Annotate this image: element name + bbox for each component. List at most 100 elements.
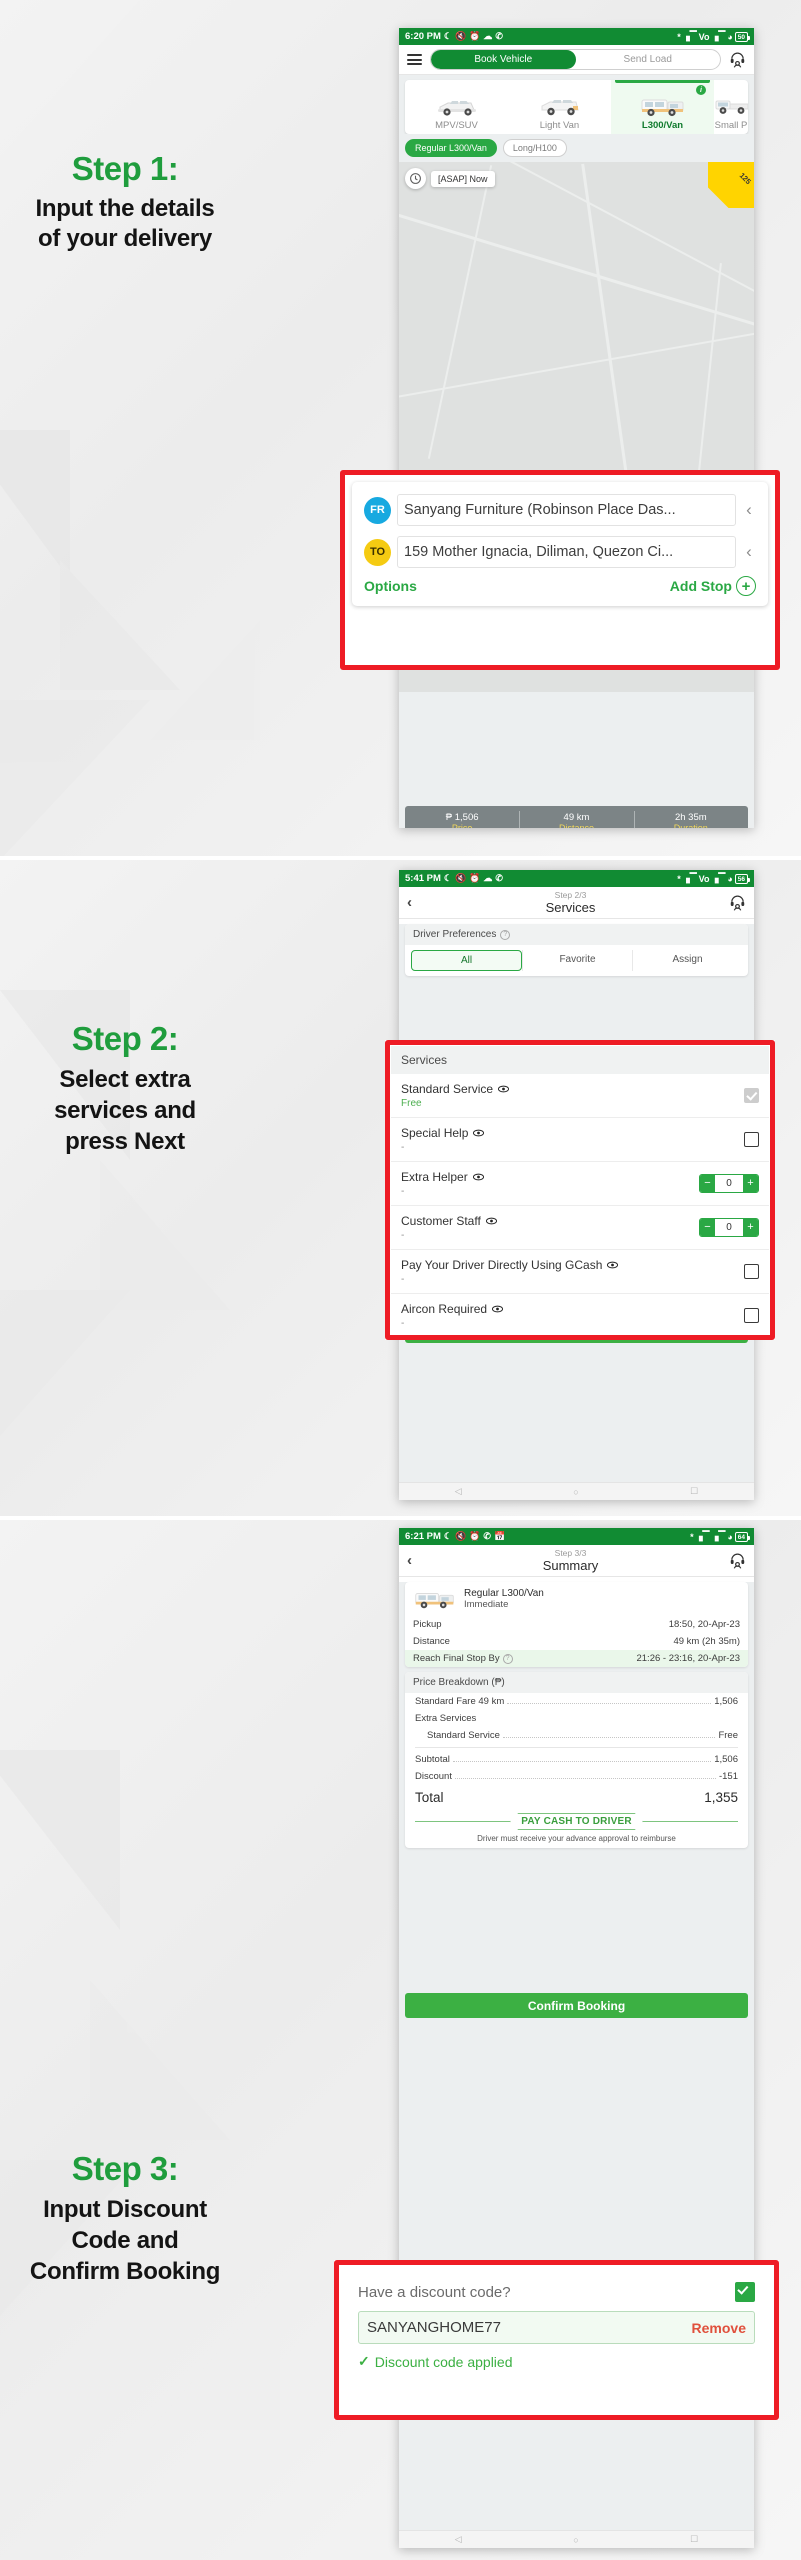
moon-icon: ☾ <box>443 31 452 41</box>
detail-value-final-stop: 21:26 - 23:16, 20-Apr-23 <box>636 1653 740 1664</box>
checkbox-aircon[interactable] <box>744 1308 759 1323</box>
detail-value-pickup: 18:50, 20-Apr-23 <box>668 1619 740 1630</box>
checkbox-special-help[interactable] <box>744 1132 759 1147</box>
discount-card: Have a discount code? SANYANGHOME77 Remo… <box>346 2272 767 2382</box>
plus-button-extra-helper[interactable]: + <box>743 1175 758 1192</box>
service-row-special-help[interactable]: Special Help - <box>391 1117 769 1161</box>
price-cell: ₱ 1,506 Price <box>405 806 519 829</box>
checkbox-gcash[interactable] <box>744 1264 759 1279</box>
service-row-aircon[interactable]: Aircon Required - <box>391 1293 769 1339</box>
nav-home-icon-2[interactable]: ○ <box>573 1487 578 1497</box>
step-1-label: Step 1: <box>71 150 179 187</box>
discount-question: Have a discount code? <box>358 2283 511 2301</box>
question-icon-final-stop[interactable]: ? <box>502 1653 513 1664</box>
hamburger-icon[interactable] <box>407 54 422 65</box>
wifi-icon: ◕ <box>727 31 733 42</box>
infographic-page: Step 1: Input the details of your delive… <box>0 0 801 2560</box>
totals-row-discount: Discount -151 <box>405 1768 748 1785</box>
vehicle-option-mpv-suv[interactable]: MPV/SUV <box>405 80 508 134</box>
nav-recents-icon-2[interactable]: ☐ <box>690 1486 698 1497</box>
add-stop-button[interactable]: Add Stop + <box>670 576 756 596</box>
service-sub-standard-service: Free <box>401 1098 422 1109</box>
to-address-input[interactable]: 159 Mother Ignacia, Diliman, Quezon Ci..… <box>397 536 736 568</box>
confirm-booking-button[interactable]: Confirm Booking <box>405 1993 748 2018</box>
chip-regular-l300-van[interactable]: Regular L300/Van <box>405 139 497 157</box>
eye-icon-aircon[interactable] <box>492 1305 504 1313</box>
vehicle-option-small-pickup[interactable]: Small P <box>714 80 748 134</box>
nav-home-icon-3[interactable]: ○ <box>573 2535 578 2545</box>
to-pin-badge: TO <box>364 538 391 566</box>
detail-row-pickup: Pickup 18:50, 20-Apr-23 <box>405 1616 748 1633</box>
eye-icon-gcash[interactable] <box>607 1261 619 1269</box>
booking-timing: Immediate <box>464 1599 509 1610</box>
breakdown-row-standard-fare: Standard Fare 49 km 1,506 <box>405 1693 748 1710</box>
info-icon[interactable]: i <box>696 85 706 95</box>
moon-icon-2: ☾ <box>443 873 452 883</box>
alarm-icon: ⏰ <box>469 31 481 41</box>
tab-send-load[interactable]: Send Load <box>576 50 721 69</box>
phone-icon-2: ✆ <box>495 873 503 883</box>
headset-icon-2[interactable] <box>729 894 746 911</box>
minus-button-extra-helper[interactable]: − <box>700 1175 715 1192</box>
tab-book-vehicle[interactable]: Book Vehicle <box>431 50 576 69</box>
volte-icon-2: Vo <box>698 873 710 884</box>
eye-icon-special-help[interactable] <box>473 1129 485 1137</box>
stepper-customer-staff[interactable]: − 0 + <box>699 1218 759 1237</box>
service-row-gcash[interactable]: Pay Your Driver Directly Using GCash - <box>391 1249 769 1293</box>
schedule-control[interactable]: [ASAP] Now <box>405 168 495 189</box>
service-row-standard-service[interactable]: Standard Service Free <box>391 1074 769 1117</box>
service-row-extra-helper[interactable]: Extra Helper - − 0 + <box>391 1161 769 1205</box>
service-sub-special-help: - <box>401 1142 405 1153</box>
options-button[interactable]: Options <box>364 578 417 594</box>
price-value: ₱ 1,506 <box>445 811 479 823</box>
question-icon[interactable]: ? <box>500 929 511 940</box>
price-breakdown-header: Price Breakdown (₱) <box>405 1672 748 1693</box>
plus-button-customer-staff[interactable]: + <box>743 1219 758 1236</box>
schedule-label[interactable]: [ASAP] Now <box>431 170 495 187</box>
eye-icon-standard-service[interactable] <box>498 1085 510 1093</box>
vehicle-option-light-van[interactable]: Light Van <box>508 80 611 134</box>
variant-chips: Regular L300/Van Long/H100 <box>399 134 754 162</box>
pay-cash-badge-row: PAY CASH TO DRIVER <box>405 1809 748 1832</box>
plus-circle-icon: + <box>736 576 756 596</box>
discount-code-input[interactable]: SANYANGHOME77 Remove <box>358 2311 755 2344</box>
from-address-input[interactable]: Sanyang Furniture (Robinson Place Das... <box>397 494 736 526</box>
headset-icon[interactable] <box>729 51 746 68</box>
step-2-text-line-3: press Next <box>65 1128 185 1155</box>
l300-van-icon <box>639 92 687 120</box>
nav-back-icon-3[interactable]: ◁ <box>455 2534 462 2545</box>
volte-icon: Vo <box>698 31 710 42</box>
discount-toggle-row[interactable]: Have a discount code? <box>358 2282 755 2302</box>
alarm-icon-3: ⏰ <box>469 1531 481 1541</box>
vehicle-option-l300-van[interactable]: i L300/Van <box>611 80 714 134</box>
clock-icon[interactable] <box>405 168 426 189</box>
tab-assign[interactable]: Assign <box>632 950 742 971</box>
signal-icon-3b: ▗▔ <box>711 1531 726 1541</box>
price-breakdown-card: Price Breakdown (₱) Standard Fare 49 km … <box>405 1672 748 1848</box>
nav-back-icon-2[interactable]: ◁ <box>455 1486 462 1497</box>
chevron-left-icon-from[interactable]: ‹ <box>742 500 756 520</box>
discount-applied-label: Discount code applied <box>374 2353 513 2370</box>
minus-button-customer-staff[interactable]: − <box>700 1219 715 1236</box>
chip-long-h100[interactable]: Long/H100 <box>502 139 567 157</box>
tab-all[interactable]: All <box>411 950 522 971</box>
nav-recents-icon-3[interactable]: ☐ <box>690 2534 698 2545</box>
step-2-text-line-1: Select extra <box>59 1066 191 1093</box>
service-sub-aircon: - <box>401 1318 405 1329</box>
address-row-to[interactable]: TO 159 Mother Ignacia, Diliman, Quezon C… <box>364 536 756 568</box>
address-row-from[interactable]: FR Sanyang Furniture (Robinson Place Das… <box>364 494 756 526</box>
detail-value-distance: 49 km (2h 35m) <box>673 1636 740 1647</box>
discount-checkbox[interactable] <box>735 2282 755 2302</box>
stepper-extra-helper[interactable]: − 0 + <box>699 1174 759 1193</box>
android-nav-bar-3: ◁ ○ ☐ <box>399 2530 754 2548</box>
eye-icon-customer-staff[interactable] <box>485 1217 497 1225</box>
step-header-2: ‹ Step 2/3 Services <box>399 887 754 919</box>
tab-favorite[interactable]: Favorite <box>522 950 632 971</box>
remove-discount-button[interactable]: Remove <box>692 2320 746 2336</box>
eye-icon-extra-helper[interactable] <box>472 1173 484 1181</box>
mute-icon-2: 🔇 <box>454 873 467 883</box>
service-row-customer-staff[interactable]: Customer Staff - − 0 + <box>391 1205 769 1249</box>
headset-icon-3[interactable] <box>729 1552 746 1569</box>
chevron-left-icon-to[interactable]: ‹ <box>742 542 756 562</box>
add-stop-label: Add Stop <box>669 578 732 594</box>
